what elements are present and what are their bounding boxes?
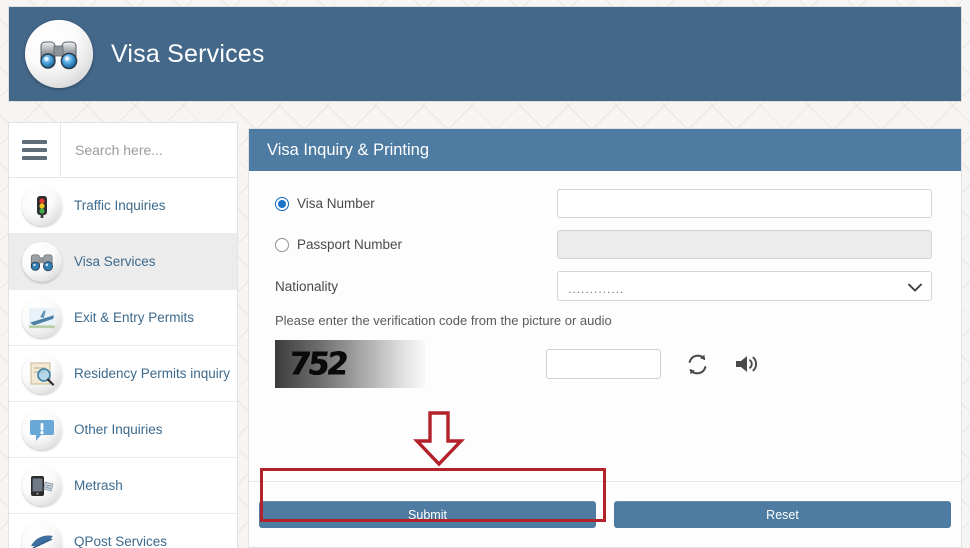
sidebar: Traffic Inquiries Visa Services [8,122,238,548]
visa-number-label: Visa Number [297,196,375,211]
sidebar-item-visa-services[interactable]: Visa Services [9,234,237,290]
visa-number-row: Visa Number [275,189,939,218]
nationality-selected-value: ............. [568,282,625,296]
passport-number-input [557,230,932,259]
sidebar-item-label: Other Inquiries [74,422,163,437]
page-title: Visa Inquiry & Printing [267,140,430,159]
sidebar-item-traffic-inquiries[interactable]: Traffic Inquiries [9,178,237,234]
visa-number-radio[interactable] [275,196,289,211]
app-title: Visa Services [111,39,265,68]
nationality-select[interactable]: ............. [557,271,932,301]
sidebar-item-qpost-services[interactable]: QPost Services [9,514,237,548]
sidebar-item-label: Residency Permits inquiry [74,366,231,381]
visa-inquiry-panel: Visa Inquiry & Printing Visa Number Pass… [248,128,962,548]
hamburger-menu-icon[interactable] [9,123,61,178]
app-header: Visa Services [8,6,962,102]
panel-header: Visa Inquiry & Printing [249,129,961,171]
exclamation-bubble-icon [22,409,62,450]
app-root: Visa Services Traffic Inquiries [0,0,970,548]
captcha-row: 752 [275,340,939,388]
airplane-icon [22,297,62,338]
submit-button[interactable]: Submit [259,501,596,528]
sidebar-item-residency-permits-inquiry[interactable]: Residency Permits inquiry [9,346,237,402]
passport-number-label: Passport Number [297,237,403,252]
speaker-icon[interactable] [734,352,760,376]
nationality-row: Nationality ............. [275,271,939,301]
mobile-phone-icon [22,465,62,506]
visa-number-input[interactable] [557,189,932,218]
sidebar-item-label: QPost Services [74,534,168,548]
passport-number-row: Passport Number [275,230,939,259]
nationality-label-col: Nationality [275,279,557,294]
sidebar-item-label: Exit & Entry Permits [74,310,195,325]
sidebar-item-label: Traffic Inquiries [74,198,166,213]
nationality-label: Nationality [275,278,339,294]
captcha-input[interactable] [546,349,661,379]
captcha-image-text: 752 [286,345,348,383]
passport-number-option[interactable]: Passport Number [275,237,557,252]
visa-number-option[interactable]: Visa Number [275,196,557,211]
search-input[interactable] [61,123,237,177]
binoculars-icon [25,20,93,88]
captcha-hint: Please enter the verification code from … [275,313,612,328]
traffic-light-icon [22,185,62,226]
nationality-select-wrap: ............. [557,271,932,301]
sidebar-item-label: Metrash [74,478,123,493]
reset-button[interactable]: Reset [614,501,951,528]
sidebar-item-other-inquiries[interactable]: Other Inquiries [9,402,237,458]
binoculars-icon [22,241,62,282]
post-bird-icon [22,521,62,548]
captcha-image: 752 [275,340,425,388]
form-action-bar: Submit Reset [249,481,961,547]
sidebar-item-exit-entry-permits[interactable]: Exit & Entry Permits [9,290,237,346]
panel-body: Visa Number Passport Number Nationality [249,171,961,481]
refresh-icon[interactable] [685,352,710,377]
sidebar-search-row [9,123,237,178]
sidebar-item-metrash[interactable]: Metrash [9,458,237,514]
sidebar-item-label: Visa Services [74,254,156,269]
passport-number-radio[interactable] [275,237,289,252]
magnifier-document-icon [22,353,62,394]
